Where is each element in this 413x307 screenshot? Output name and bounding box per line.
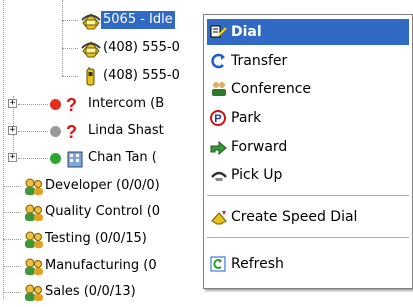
group-icon	[22, 203, 43, 221]
tree-item-group[interactable]: Testing (0/0/15)	[22, 226, 149, 252]
expand-icon[interactable]: +	[8, 99, 17, 108]
phone-icon	[80, 39, 101, 58]
tree-item-label: (408) 555-0	[103, 40, 180, 55]
tree-line	[62, 0, 63, 76]
svg-text:P: P	[214, 113, 221, 125]
refresh-icon	[209, 255, 229, 273]
tree-item-label: Intercom (B	[88, 96, 165, 111]
tree-line	[62, 48, 78, 49]
group-icon	[22, 177, 43, 195]
tree-item-label: Linda Shast	[88, 123, 164, 138]
tree-item-contact[interactable]: ? Linda Shast	[50, 118, 166, 144]
pickup-icon	[209, 166, 229, 184]
park-icon: P	[209, 109, 229, 127]
menu-separator	[207, 195, 409, 196]
status-dot-icon	[50, 98, 61, 110]
tree-item-label: Chan Tan (	[88, 150, 157, 165]
tree-item-label: Testing (0/0/15)	[45, 231, 147, 246]
menu-item-label: Park	[231, 110, 262, 126]
group-icon	[22, 283, 43, 301]
dial-icon	[209, 23, 229, 41]
cellphone-icon	[80, 67, 98, 86]
menu-item-label: Forward	[231, 139, 288, 155]
tree-line	[18, 131, 48, 132]
tree-line	[3, 186, 21, 187]
tree-item-contact[interactable]: ? Intercom (B	[50, 91, 166, 117]
status-dot-icon	[50, 152, 61, 164]
expand-icon[interactable]: +	[8, 153, 17, 162]
menu-item-create-speed-dial[interactable]: Create Speed Dial	[207, 204, 409, 230]
tree-line	[3, 0, 4, 299]
menu-item-conference[interactable]: Conference	[207, 76, 409, 102]
phone-icon	[80, 11, 101, 30]
tree-item-label: Quality Control (0	[45, 204, 161, 219]
tree-line	[18, 104, 48, 105]
tree-item-phone[interactable]: 5065 - Idle	[80, 7, 175, 33]
menu-item-label: Conference	[231, 81, 312, 97]
transfer-icon	[209, 52, 229, 70]
menu-item-label: Transfer	[231, 53, 288, 69]
tree-item-group[interactable]: Manufacturing (0	[22, 253, 159, 279]
speed-dial-icon	[209, 208, 229, 226]
expand-icon[interactable]: +	[8, 126, 17, 135]
menu-item-forward[interactable]: Forward	[207, 134, 409, 160]
tree-line	[3, 266, 21, 267]
question-icon: ?	[65, 95, 83, 115]
menu-item-label: Create Speed Dial	[231, 209, 358, 225]
tree-item-label: Sales (0/0/13)	[45, 284, 136, 299]
tree-line	[18, 158, 48, 159]
status-dot-icon	[50, 125, 61, 137]
menu-item-park[interactable]: P Park	[207, 105, 409, 131]
svg-text:?: ?	[66, 122, 77, 142]
tree-line	[3, 212, 21, 213]
tree-item-contact[interactable]: Chan Tan (	[50, 145, 159, 171]
tree-line	[3, 292, 21, 293]
group-icon	[22, 257, 43, 275]
menu-item-label: Refresh	[231, 256, 284, 272]
tree-item-group[interactable]: Developer (0/0/0)	[22, 173, 162, 199]
building-icon	[65, 149, 83, 168]
menu-item-label: Pick Up	[231, 167, 283, 183]
tree-line	[62, 20, 78, 21]
forward-icon	[209, 138, 229, 156]
conference-icon	[209, 80, 229, 98]
tree-item-label: 5065 - Idle	[101, 11, 175, 29]
menu-item-label: Dial	[231, 24, 262, 40]
tree-item-label: (408) 555-0	[103, 68, 180, 83]
group-icon	[22, 230, 43, 248]
tree-item-group[interactable]: Sales (0/0/13)	[22, 279, 138, 305]
tree-line	[3, 239, 21, 240]
tree-item-group[interactable]: Quality Control (0	[22, 199, 162, 225]
question-icon: ?	[65, 122, 83, 142]
menu-item-refresh[interactable]: Refresh	[207, 251, 409, 277]
tree-item-phone[interactable]: (408) 555-0	[80, 63, 182, 89]
tree-line	[62, 76, 78, 77]
tree-item-label: Developer (0/0/0)	[45, 178, 160, 193]
tree-item-label: Manufacturing (0	[45, 258, 157, 273]
menu-item-pick-up[interactable]: Pick Up	[207, 162, 409, 188]
context-menu: Dial Transfer Conference P Park Forward …	[203, 14, 413, 289]
menu-separator	[207, 237, 409, 238]
tree-item-phone[interactable]: (408) 555-0	[80, 35, 182, 61]
svg-text:?: ?	[66, 95, 77, 115]
menu-item-transfer[interactable]: Transfer	[207, 48, 409, 74]
menu-item-dial[interactable]: Dial	[207, 19, 409, 45]
